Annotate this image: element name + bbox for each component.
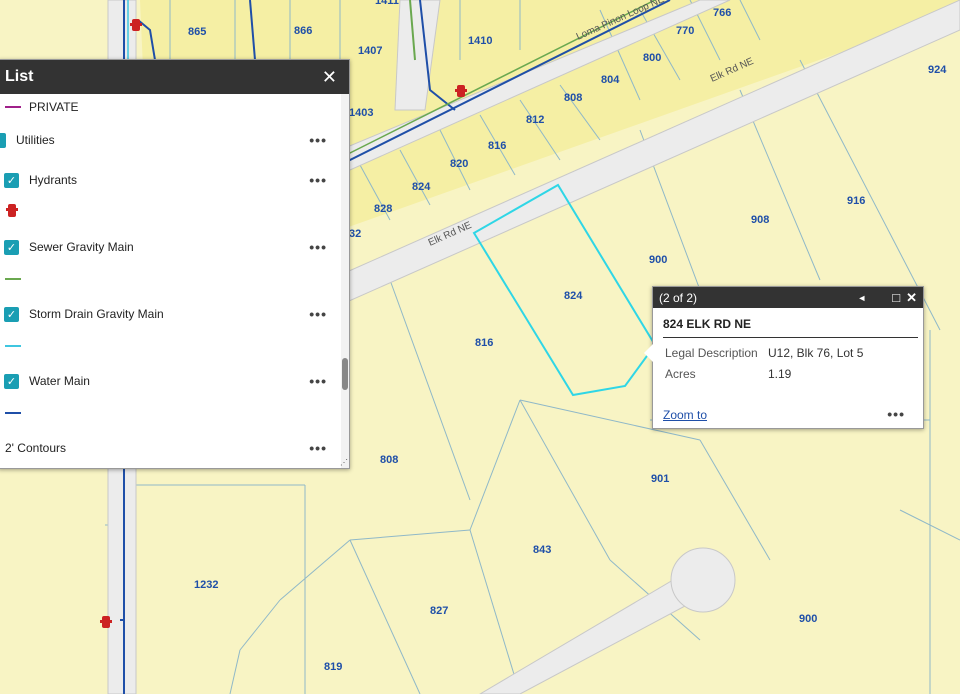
- parcel-label: 808: [380, 454, 398, 466]
- parcel-label: 816: [475, 337, 493, 349]
- layer-label: Sewer Gravity Main: [29, 240, 134, 254]
- checkbox-utilities[interactable]: [0, 132, 6, 148]
- parcel-label: 900: [649, 254, 667, 266]
- more-options-icon[interactable]: •••: [887, 406, 905, 422]
- parcel-label: 816: [488, 140, 506, 152]
- parcel-label: 1407: [358, 45, 382, 57]
- parcel-label: 766: [713, 7, 731, 19]
- more-options-icon[interactable]: •••: [309, 373, 327, 389]
- storm-legend-swatch: [5, 345, 21, 347]
- parcel-label: 908: [751, 214, 769, 226]
- list-scrollbar-thumb[interactable]: [342, 358, 348, 390]
- checkbox-sewer[interactable]: ✓: [4, 239, 19, 255]
- more-options-icon[interactable]: •••: [309, 306, 327, 322]
- more-options-icon[interactable]: •••: [309, 132, 327, 148]
- close-icon[interactable]: ✕: [322, 67, 337, 88]
- layer-item-utilities[interactable]: Utilities •••: [0, 129, 341, 151]
- layer-item-hydrants[interactable]: ✓ Hydrants •••: [0, 169, 341, 191]
- parcel-label: 812: [526, 114, 544, 126]
- attribute-value: 1.19: [768, 367, 792, 381]
- popup-pointer: [644, 344, 653, 362]
- parcel-label: 1232: [194, 579, 218, 591]
- layer-label: Storm Drain Gravity Main: [29, 307, 164, 321]
- list-panel-header: List ✕: [0, 60, 349, 94]
- layer-label: Utilities: [16, 133, 55, 147]
- list-scrollbar[interactable]: [341, 94, 349, 468]
- parcel-label: 820: [450, 158, 468, 170]
- parcel-label: 843: [533, 544, 551, 556]
- attribute-name: Legal Description: [665, 346, 758, 360]
- layer-label: Hydrants: [29, 173, 78, 187]
- layer-list-panel: List ✕ PRIVATE Utilities ••• ✓ Hydrants …: [0, 59, 350, 469]
- parcel-label: 819: [324, 661, 342, 673]
- parcel-label: 924: [928, 64, 947, 76]
- layer-item-sewer[interactable]: ✓ Sewer Gravity Main •••: [0, 236, 341, 258]
- parcel-label: 827: [430, 605, 448, 617]
- popup-header: (2 of 2) ◄ □ ✕: [653, 287, 923, 308]
- checkbox-storm-drain[interactable]: ✓: [4, 306, 19, 322]
- layer-list: PRIVATE Utilities ••• ✓ Hydrants ••• ✓ S…: [0, 94, 341, 468]
- attribute-name: Acres: [665, 367, 696, 381]
- checkbox-water-main[interactable]: ✓: [4, 373, 19, 389]
- previous-feature-icon[interactable]: ◄: [857, 293, 866, 303]
- layer-item-water-main[interactable]: ✓ Water Main •••: [0, 370, 341, 392]
- parcel-label: 770: [676, 25, 694, 37]
- hydrant-icon: [6, 204, 18, 217]
- parcel-label: 1403: [349, 107, 373, 119]
- layer-label: Water Main: [29, 374, 90, 388]
- layer-item-contours[interactable]: 2' Contours •••: [0, 437, 341, 459]
- attribute-value: U12, Blk 76, Lot 5: [768, 346, 864, 360]
- parcel-label: 828: [374, 203, 392, 215]
- legend-label: PRIVATE: [29, 100, 79, 114]
- legend-item-private: PRIVATE: [0, 96, 341, 118]
- parcel-label: 901: [651, 473, 669, 485]
- more-options-icon[interactable]: •••: [309, 239, 327, 255]
- parcel-label: 900: [799, 613, 817, 625]
- maximize-icon[interactable]: □: [892, 290, 900, 305]
- sewer-legend-swatch: [5, 278, 21, 280]
- zoom-to-link[interactable]: Zoom to: [663, 408, 707, 422]
- parcel-label: 865: [188, 26, 206, 38]
- resize-grip-icon[interactable]: ⋰: [340, 458, 348, 467]
- parcel-label: 800: [643, 52, 661, 64]
- close-icon[interactable]: ✕: [906, 290, 917, 306]
- parcel-label: 32: [349, 228, 361, 240]
- water-legend-swatch: [5, 412, 21, 414]
- parcel-label: 866: [294, 25, 312, 37]
- more-options-icon[interactable]: •••: [309, 172, 327, 188]
- layer-label: 2' Contours: [5, 441, 66, 455]
- parcel-label: 808: [564, 92, 582, 104]
- feature-popup: (2 of 2) ◄ □ ✕ 824 ELK RD NE Legal Descr…: [644, 286, 924, 429]
- cul-de-sac-bulb: [670, 547, 736, 613]
- layer-item-storm-drain[interactable]: ✓ Storm Drain Gravity Main •••: [0, 303, 341, 325]
- parcel-label: 824: [412, 181, 431, 193]
- popup-feature-count: (2 of 2): [659, 290, 698, 305]
- popup-divider: [663, 337, 918, 338]
- parcel-label: 1410: [468, 35, 492, 47]
- parcel-label: 1411: [375, 0, 399, 7]
- more-options-icon[interactable]: •••: [309, 440, 327, 456]
- parcel-label: 824: [564, 290, 583, 302]
- parcel-label: 916: [847, 195, 865, 207]
- parcel-label: 804: [601, 74, 620, 86]
- popup-title: 824 ELK RD NE: [663, 317, 752, 331]
- private-legend-swatch: [5, 106, 21, 108]
- checkbox-hydrants[interactable]: ✓: [4, 172, 19, 188]
- list-panel-title: List: [5, 68, 34, 85]
